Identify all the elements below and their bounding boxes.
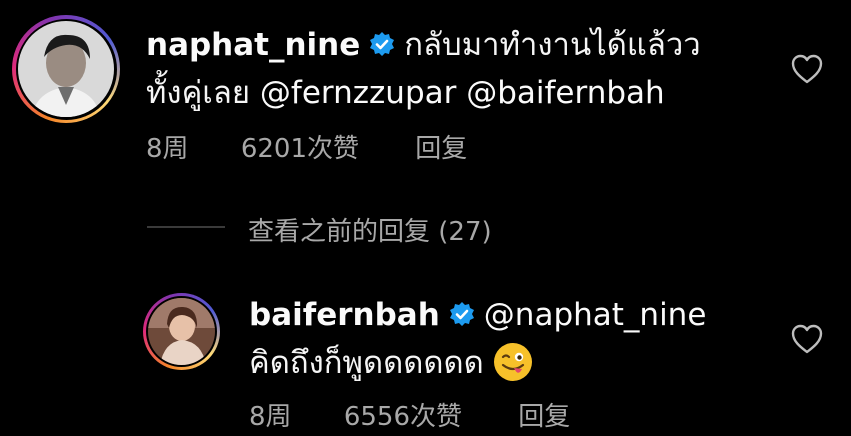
comment-2-text-line2: คิดถึงก็พูดดดดดด <box>249 345 484 381</box>
comment-2-body: baifernbah @naphat_nine <box>249 290 706 340</box>
comment-2-line2: คิดถึงก็พูดดดดดด <box>249 338 532 388</box>
like-heart-icon[interactable] <box>790 323 824 355</box>
comment-2-meta: 8周 6556次赞 回复 <box>249 396 570 433</box>
avatar-baifernbah[interactable] <box>143 293 220 370</box>
comment-1-time: 8周 <box>146 134 189 164</box>
comment-1-text-line2: ทั้งคู่เลย <box>146 75 260 111</box>
view-previous-replies-button[interactable]: 查看之前的回复 (27) <box>248 211 492 248</box>
comment-1-username[interactable]: naphat_nine <box>146 27 360 63</box>
profile-photo-icon <box>148 298 215 365</box>
mention-fernzzupar[interactable]: @fernzzupar <box>260 75 456 111</box>
comment-1-likes[interactable]: 6201次赞 <box>241 128 359 165</box>
comment-1-line2: ทั้งคู่เลย @fernzzupar @baifernbah <box>146 68 665 118</box>
comment-1-reply-button[interactable]: 回复 <box>415 128 467 165</box>
comment-1-body: naphat_nine กลับมาทำงานได้แล้วว <box>146 20 701 70</box>
verified-badge-icon <box>449 302 474 326</box>
replies-divider <box>147 226 225 228</box>
comment-2-username[interactable]: baifernbah <box>249 297 440 333</box>
mention-naphat-nine[interactable]: @naphat_nine <box>484 297 707 333</box>
like-heart-icon[interactable] <box>790 53 824 85</box>
comment-2-likes[interactable]: 6556次赞 <box>344 396 462 433</box>
winking-tongue-emoji-icon <box>493 343 532 381</box>
comment-2-time: 8周 <box>249 402 292 432</box>
comment-1-text-line1: กลับมาทำงานได้แล้วว <box>404 27 701 63</box>
mention-baifernbah[interactable]: @baifernbah <box>466 75 664 111</box>
comment-1-meta: 8周 6201次赞 回复 <box>146 128 467 165</box>
comment-2-reply-button[interactable]: 回复 <box>518 396 570 433</box>
avatar-naphat-nine[interactable] <box>12 15 120 123</box>
verified-badge-icon <box>370 32 395 56</box>
profile-photo-icon <box>18 21 114 117</box>
